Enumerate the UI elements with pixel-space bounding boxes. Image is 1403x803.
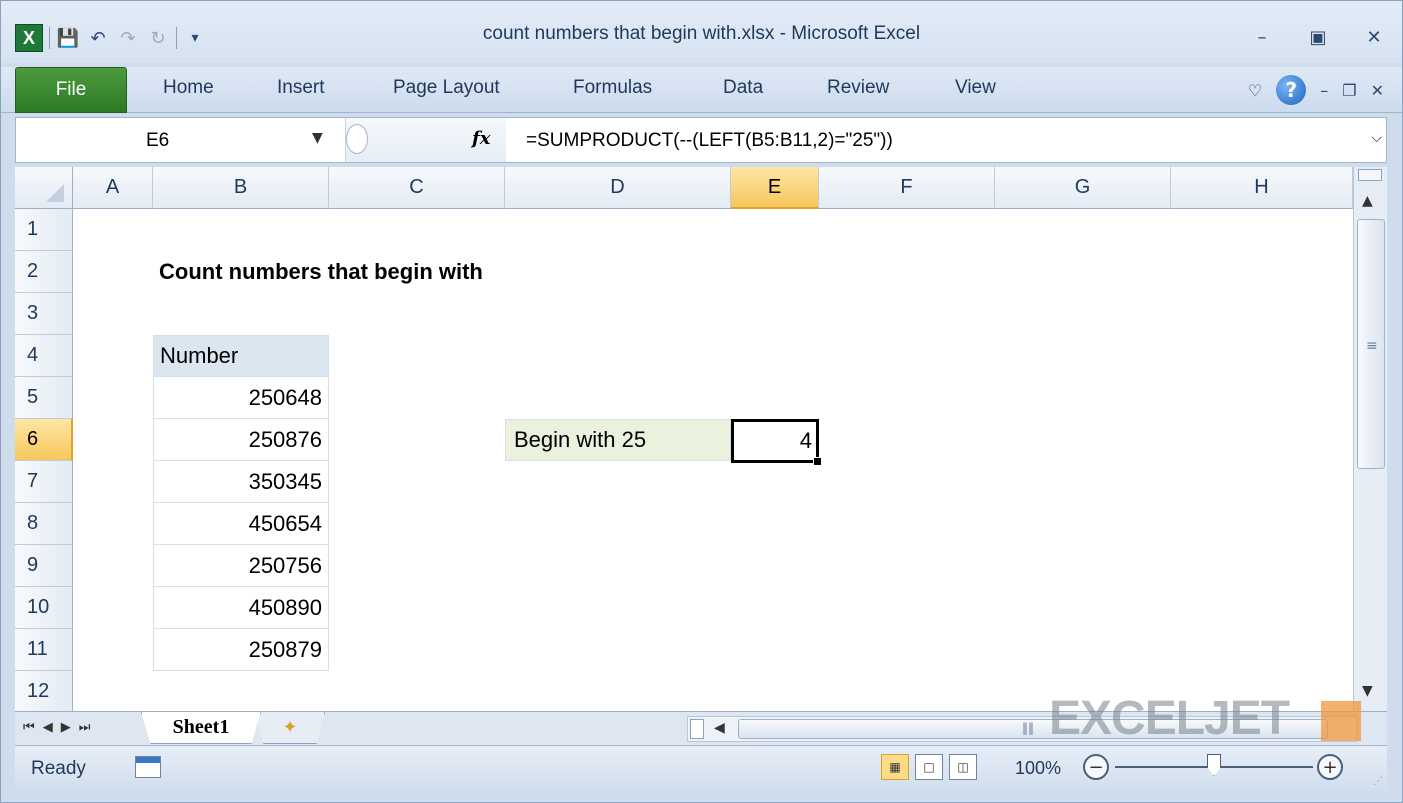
status-ready-text: Ready — [31, 758, 86, 779]
column-header-e[interactable]: E — [731, 167, 819, 209]
worksheet-grid[interactable]: A B C D E F G H 1 2 3 4 5 6 7 8 9 10 11 … — [15, 167, 1353, 711]
formula-buttons: fx — [346, 118, 506, 162]
fill-handle[interactable] — [813, 457, 822, 466]
column-header-h[interactable]: H — [1171, 167, 1353, 209]
exceljet-logo-icon — [1321, 701, 1361, 741]
row-header-6[interactable]: 6 — [15, 419, 73, 461]
insert-sheet-icon[interactable]: ✦ — [255, 712, 325, 744]
formula-bar: E6 ▼ fx =SUMPRODUCT(--(LEFT(B5:B11,2)="2… — [15, 117, 1387, 163]
tab-data[interactable]: Data — [723, 77, 763, 99]
zoom-level[interactable]: 100% — [1015, 758, 1061, 779]
formula-bar-resize-handle[interactable] — [346, 124, 368, 154]
view-buttons: ▦ □ ◫ — [881, 754, 977, 780]
exceljet-watermark: EXCELJET — [1049, 692, 1290, 745]
zoom-in-icon[interactable]: + — [1317, 754, 1343, 780]
active-cell-e6[interactable]: 4 — [731, 419, 819, 463]
grip-icon: ‖‖ — [1022, 721, 1034, 735]
tab-review[interactable]: Review — [827, 77, 889, 99]
number-cell[interactable]: 250879 — [153, 629, 329, 671]
title-bar: X 💾 ↶ ↷ ↻ ▾ count numbers that begin wit… — [1, 1, 1402, 63]
row-header-10[interactable]: 10 — [15, 587, 73, 629]
split-handle[interactable] — [1358, 169, 1382, 181]
column-header-b[interactable]: B — [153, 167, 329, 209]
scroll-down-icon[interactable]: ▼ — [1362, 683, 1373, 699]
row-header-9[interactable]: 9 — [15, 545, 73, 587]
minimize-icon[interactable]: – — [1248, 25, 1276, 49]
workbook-minimize-icon[interactable]: – — [1320, 81, 1328, 100]
vertical-scrollbar[interactable]: ▲ ≡ ▼ — [1353, 167, 1387, 711]
column-header-d[interactable]: D — [505, 167, 731, 209]
vertical-scroll-thumb[interactable]: ≡ — [1357, 219, 1385, 469]
window-controls: – ▣ ✕ — [1248, 25, 1388, 49]
tab-view[interactable]: View — [955, 77, 996, 99]
workbook-restore-icon[interactable]: ❐ — [1342, 81, 1356, 100]
tab-home[interactable]: Home — [163, 77, 214, 99]
status-bar: Ready ▦ □ ◫ 100% − + ⋰ — [15, 745, 1387, 791]
row-header-1[interactable]: 1 — [15, 209, 73, 251]
tab-insert[interactable]: Insert — [277, 77, 325, 99]
record-macro-icon[interactable] — [135, 756, 161, 778]
row-header-8[interactable]: 8 — [15, 503, 73, 545]
help-icon[interactable]: ? — [1276, 75, 1307, 105]
begin-with-label-cell[interactable]: Begin with 25 — [505, 419, 731, 461]
workbook-close-icon[interactable]: ✕ — [1371, 81, 1384, 100]
name-box[interactable]: E6 ▼ — [16, 118, 346, 162]
number-header-cell[interactable]: Number — [153, 335, 329, 377]
normal-view-icon[interactable]: ▦ — [881, 754, 909, 780]
row-header-5[interactable]: 5 — [15, 377, 73, 419]
name-box-value: E6 — [146, 130, 170, 151]
sheet-tab-sheet1[interactable]: Sheet1 — [141, 712, 261, 744]
row-header-7[interactable]: 7 — [15, 461, 73, 503]
number-cell[interactable]: 450890 — [153, 587, 329, 629]
scroll-up-icon[interactable]: ▲ — [1362, 193, 1373, 209]
select-all-icon — [46, 184, 64, 202]
maximize-icon[interactable]: ▣ — [1304, 25, 1332, 49]
select-all-button[interactable] — [15, 167, 73, 209]
tab-file[interactable]: File — [15, 67, 127, 113]
column-header-g[interactable]: G — [995, 167, 1171, 209]
zoom-out-icon[interactable]: − — [1083, 754, 1109, 780]
expand-formula-bar-icon[interactable]: ⌵ — [1371, 130, 1382, 146]
row-header-11[interactable]: 11 — [15, 629, 73, 671]
page-break-preview-icon[interactable]: ◫ — [949, 754, 977, 780]
tab-page-layout[interactable]: Page Layout — [393, 77, 500, 99]
column-header-f[interactable]: F — [819, 167, 995, 209]
number-cell[interactable]: 250756 — [153, 545, 329, 587]
ribbon-tabs: File Home Insert Page Layout Formulas Da… — [1, 67, 1402, 113]
number-cell[interactable]: 250648 — [153, 377, 329, 419]
resize-grip-icon[interactable]: ⋰ — [1373, 776, 1383, 787]
window-title: count numbers that begin with.xlsx - Mic… — [482, 23, 921, 44]
number-cell[interactable]: 250876 — [153, 419, 329, 461]
ribbon-controls: ♡ ? – ❐ ✕ — [1248, 75, 1384, 105]
scroll-left-icon[interactable]: ◀ — [714, 720, 725, 736]
minimize-ribbon-icon[interactable]: ♡ — [1248, 81, 1262, 100]
row-header-2[interactable]: 2 — [15, 251, 73, 293]
page-layout-view-icon[interactable]: □ — [915, 754, 943, 780]
chevron-down-icon[interactable]: ▼ — [312, 130, 323, 146]
zoom-slider-knob[interactable] — [1207, 754, 1221, 776]
grip-icon: ≡ — [1366, 338, 1378, 354]
excel-window: X 💾 ↶ ↷ ↻ ▾ count numbers that begin wit… — [0, 0, 1403, 803]
horizontal-split-handle[interactable] — [690, 719, 704, 739]
tab-formulas[interactable]: Formulas — [573, 77, 652, 99]
column-header-c[interactable]: C — [329, 167, 505, 209]
sheet-navigation-icons[interactable]: ⏮◀▶⏭ — [23, 720, 98, 735]
sheet-title-cell[interactable]: Count numbers that begin with — [159, 251, 659, 293]
row-header-3[interactable]: 3 — [15, 293, 73, 335]
formula-input[interactable]: =SUMPRODUCT(--(LEFT(B5:B11,2)="25")) — [526, 130, 893, 152]
insert-function-icon[interactable]: fx — [472, 128, 490, 149]
row-header-4[interactable]: 4 — [15, 335, 73, 377]
number-cell[interactable]: 350345 — [153, 461, 329, 503]
close-icon[interactable]: ✕ — [1360, 25, 1388, 49]
column-header-a[interactable]: A — [73, 167, 153, 209]
number-cell[interactable]: 450654 — [153, 503, 329, 545]
row-header-12[interactable]: 12 — [15, 671, 73, 711]
